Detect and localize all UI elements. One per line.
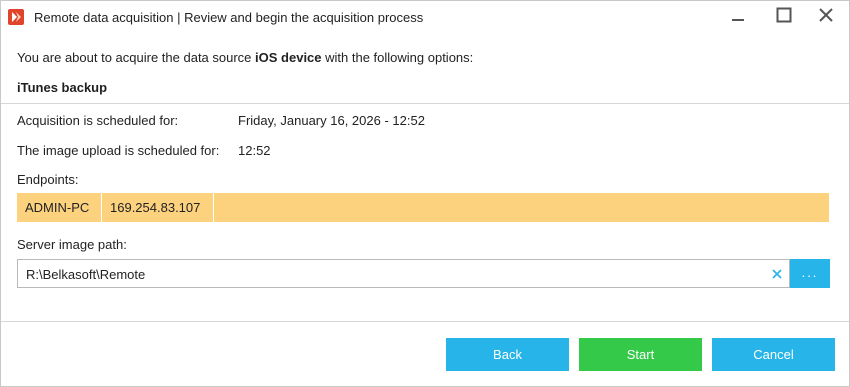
- divider: [1, 103, 849, 104]
- upload-schedule-value: 12:52: [238, 143, 271, 158]
- back-button[interactable]: Back: [446, 338, 569, 371]
- server-path-input[interactable]: R:\Belkasoft\Remote: [17, 259, 790, 288]
- maximize-button[interactable]: [761, 1, 807, 33]
- server-path-value[interactable]: R:\Belkasoft\Remote: [26, 267, 145, 282]
- minimize-button[interactable]: [715, 1, 761, 33]
- window-title: Remote data acquisition | Review and beg…: [34, 10, 424, 25]
- acquisition-schedule-label: Acquisition is scheduled for:: [17, 113, 179, 128]
- endpoint-ip[interactable]: 169.254.83.107: [102, 193, 214, 222]
- upload-schedule-label: The image upload is scheduled for:: [17, 143, 220, 158]
- endpoints-label: Endpoints:: [17, 172, 79, 187]
- close-icon: [818, 7, 834, 28]
- close-button[interactable]: [803, 1, 849, 33]
- maximize-icon: [776, 7, 792, 28]
- footer-divider: [1, 321, 849, 322]
- start-button[interactable]: Start: [579, 338, 702, 371]
- data-source-name: iOS device: [255, 50, 322, 65]
- intro-prefix: You are about to acquire the data source: [17, 50, 256, 65]
- acquisition-schedule-value: Friday, January 16, 2026 - 12:52: [238, 113, 425, 128]
- acquisition-dialog: Remote data acquisition | Review and beg…: [0, 0, 850, 387]
- title-bar: Remote data acquisition | Review and beg…: [1, 1, 849, 33]
- belkasoft-logo-icon: [8, 9, 24, 25]
- endpoint-name[interactable]: ADMIN-PC: [17, 193, 102, 222]
- clear-icon[interactable]: [771, 267, 783, 279]
- cancel-button[interactable]: Cancel: [712, 338, 835, 371]
- server-path-label: Server image path:: [17, 237, 127, 252]
- minimize-icon: [731, 8, 745, 27]
- endpoints-list: ADMIN-PC 169.254.83.107: [17, 193, 829, 222]
- browse-button[interactable]: ...: [790, 259, 830, 288]
- intro-text: You are about to acquire the data source…: [17, 50, 473, 65]
- section-title: iTunes backup: [17, 80, 108, 95]
- intro-suffix: with the following options:: [321, 50, 474, 65]
